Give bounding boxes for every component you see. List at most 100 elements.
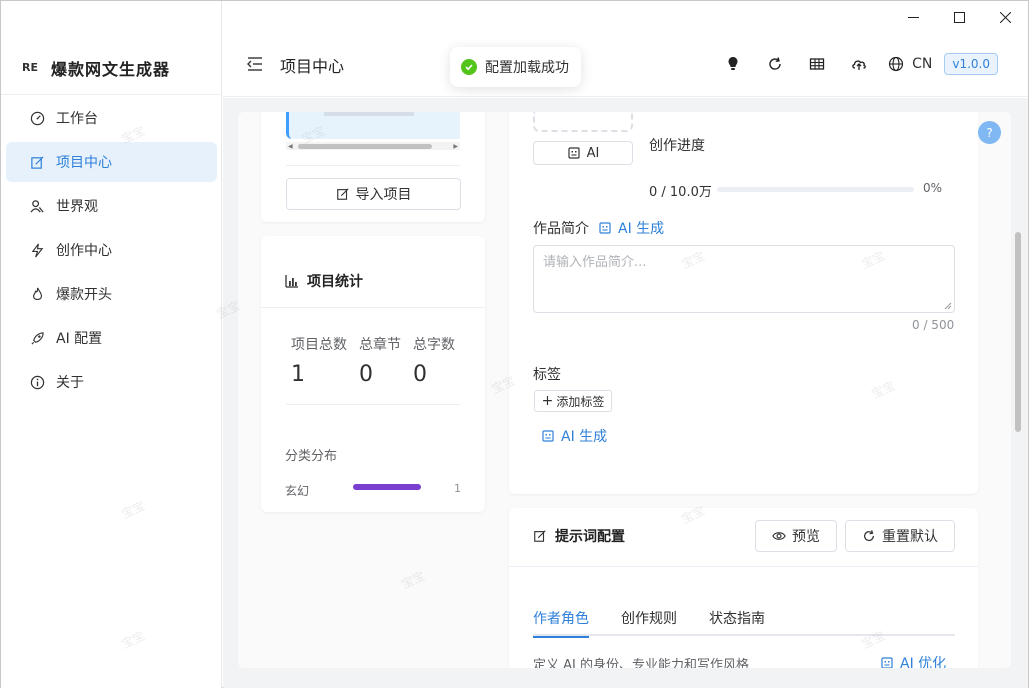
table-button[interactable] [796, 49, 838, 79]
edit-icon [28, 153, 46, 171]
sidebar-item-label: 关于 [56, 375, 84, 391]
stats-title: 项目统计 [285, 271, 363, 291]
divider [286, 404, 460, 405]
app-window: RE 爆款网文生成器 工作台 项目中心 世界观 创作中心 爆款开头 AI 配置 … [0, 0, 1029, 688]
sidebar-item-projects[interactable]: 项目中心 [6, 142, 217, 182]
progress-text: 0 / 10.0万 [649, 185, 712, 200]
logo-icon: RE [22, 61, 38, 74]
header-toolbar: CN v1.0.0 [712, 49, 998, 79]
category-distribution-title: 分类分布 [285, 449, 338, 464]
ai-optimize-button[interactable]: AI 优化 [880, 653, 946, 668]
stat-total-words-value: 0 [413, 362, 427, 387]
scroll-left-icon[interactable]: ◀ [288, 143, 293, 150]
edit-icon [534, 530, 546, 542]
vertical-scrollbar[interactable] [1011, 98, 1028, 688]
sidebar-item-creation[interactable]: 创作中心 [6, 230, 217, 270]
sidebar-item-dashboard[interactable]: 工作台 [6, 98, 217, 138]
menu-fold-icon [247, 57, 262, 71]
intro-placeholder: 请输入作品简介... [543, 255, 647, 270]
sidebar-item-hot-openings[interactable]: 爆款开头 [6, 274, 217, 314]
close-icon [999, 11, 1011, 23]
intro-textarea[interactable]: 请输入作品简介... [533, 245, 955, 313]
intro-label: 作品简介 [533, 221, 589, 237]
scrollbar-thumb[interactable] [298, 143, 432, 149]
stat-total-projects-value: 1 [291, 362, 305, 387]
dashboard-icon [28, 109, 46, 127]
cloud-upload-button[interactable] [838, 49, 880, 79]
sidebar-item-label: 工作台 [56, 111, 98, 127]
maximize-icon [953, 11, 965, 23]
intro-ai-generate-label: AI 生成 [618, 221, 665, 237]
category-count: 1 [454, 482, 461, 495]
add-tag-button[interactable]: + 添加标签 [534, 390, 612, 412]
bar-chart-icon [285, 275, 298, 288]
plus-icon: + [541, 393, 554, 409]
stat-total-projects-label: 项目总数 [291, 337, 347, 353]
refresh-button[interactable] [754, 49, 796, 79]
intro-counter: 0 / 500 [912, 318, 955, 332]
language-label: CN [912, 56, 933, 72]
app-logo[interactable]: RE 爆款网文生成器 [1, 41, 222, 95]
import-project-label: 导入项目 [355, 187, 412, 203]
progress-label: 创作进度 [649, 138, 705, 154]
language-switch[interactable]: CN [888, 56, 932, 72]
scrollbar-thumb[interactable] [1015, 232, 1021, 432]
tab-creation-rules[interactable]: 创作规则 [621, 600, 677, 636]
divider [261, 307, 485, 308]
intro-ai-generate-button[interactable]: AI 生成 [598, 218, 664, 238]
cloud-upload-icon [852, 60, 867, 70]
tab-author-role[interactable]: 作者角色 [533, 600, 589, 638]
tags-ai-generate-button[interactable]: AI 生成 [541, 426, 607, 446]
resize-handle-icon[interactable] [944, 302, 952, 310]
ai-cover-button[interactable]: AI [533, 141, 633, 165]
window-controls [890, 1, 1028, 33]
progress-percent: 0% [923, 181, 943, 195]
theme-toggle-button[interactable] [712, 49, 754, 79]
sidebar: RE 爆款网文生成器 工作台 项目中心 世界观 创作中心 爆款开头 AI 配置 … [1, 1, 222, 688]
sidebar-item-worldview[interactable]: 世界观 [6, 186, 217, 226]
minimize-icon [907, 16, 919, 18]
horizontal-scrollbar[interactable]: ◀ ▶ [286, 142, 460, 150]
project-detail-panel: ◀ ▶ 导入项目 项目统计 项目总数 总章节 总字数 1 0 0 分类分布 玄幻… [238, 112, 1011, 668]
help-button[interactable]: ? [978, 121, 1001, 144]
sidebar-item-label: 项目中心 [56, 155, 112, 171]
robot-icon [568, 147, 580, 159]
robot-icon [542, 430, 554, 442]
stats-title-label: 项目统计 [307, 274, 363, 290]
info-icon [28, 373, 46, 391]
stat-total-words-label: 总字数 [413, 337, 455, 353]
preview-label: 预览 [792, 529, 820, 545]
refresh-icon [864, 530, 874, 542]
sidebar-nav: 工作台 项目中心 世界观 创作中心 爆款开头 AI 配置 关于 [1, 98, 222, 406]
close-button[interactable] [982, 1, 1028, 33]
menu-fold-button[interactable] [246, 55, 264, 73]
project-preview[interactable] [286, 112, 460, 139]
main-content: ◀ ▶ 导入项目 项目统计 项目总数 总章节 总字数 1 0 0 分类分布 玄幻… [223, 98, 1011, 688]
globe-icon [889, 56, 904, 72]
lightning-icon [28, 241, 46, 259]
maximize-button[interactable] [936, 1, 982, 33]
success-toast: 配置加载成功 [450, 47, 581, 87]
lightbulb-icon [728, 57, 738, 70]
rocket-icon [28, 329, 46, 347]
cover-upload-box[interactable] [533, 112, 633, 132]
refresh-icon [769, 57, 781, 70]
import-project-button[interactable]: 导入项目 [286, 178, 461, 210]
table-icon [809, 58, 825, 70]
progress-bar [717, 187, 914, 192]
preview-button[interactable]: 预览 [755, 520, 837, 552]
reset-default-button[interactable]: 重置默认 [845, 520, 955, 552]
version-badge: v1.0.0 [944, 53, 998, 75]
sidebar-item-label: AI 配置 [56, 331, 103, 347]
people-icon [28, 197, 46, 215]
sidebar-item-ai-config[interactable]: AI 配置 [6, 318, 217, 358]
prompt-tabs: 作者角色 创作规则 状态指南 [533, 600, 955, 638]
sidebar-item-label: 世界观 [56, 199, 98, 215]
minimize-button[interactable] [890, 1, 936, 33]
page-title: 项目中心 [280, 57, 345, 76]
sidebar-item-label: 创作中心 [56, 243, 112, 259]
tab-status-guide[interactable]: 状态指南 [709, 600, 765, 636]
eye-icon [772, 532, 786, 540]
sidebar-item-about[interactable]: 关于 [6, 362, 217, 402]
scroll-right-icon[interactable]: ▶ [453, 143, 458, 150]
